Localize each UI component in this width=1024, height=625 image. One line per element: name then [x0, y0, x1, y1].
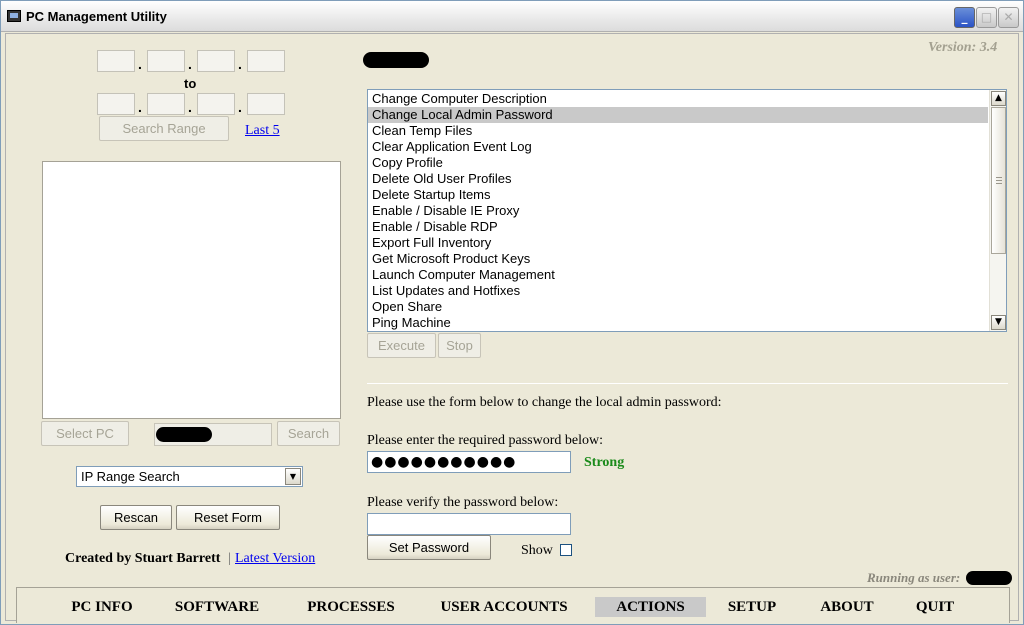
- action-list-item[interactable]: List Updates and Hotfixes: [368, 283, 988, 299]
- main-panel: . . . to . . . Search Range Last 5 Versi…: [5, 33, 1019, 623]
- stop-button[interactable]: Stop: [438, 333, 481, 358]
- select-pc-button[interactable]: Select PC: [41, 421, 129, 446]
- enter-password-label: Please enter the required password below…: [367, 433, 603, 448]
- maximize-button[interactable]: □: [976, 7, 997, 28]
- app-window: PC Management Utility _ □ ✕ . . . to . .…: [0, 0, 1024, 625]
- close-button[interactable]: ✕: [998, 7, 1019, 28]
- ip-end-octet-1[interactable]: [97, 93, 135, 115]
- latest-version-link[interactable]: Latest Version: [235, 551, 315, 567]
- last-5-link[interactable]: Last 5: [245, 123, 280, 139]
- action-list-item[interactable]: Change Local Admin Password: [368, 107, 988, 123]
- action-list-item[interactable]: Delete Old User Profiles: [368, 171, 988, 187]
- show-password-label: Show: [521, 543, 553, 558]
- bottom-nav: PC INFO SOFTWARE PROCESSES USER ACCOUNTS…: [16, 587, 1010, 623]
- divider: [367, 383, 1008, 384]
- running-as-label: Running as user:: [867, 570, 961, 585]
- created-by-label: Created by Stuart Barrett: [65, 551, 221, 566]
- grip-line: [996, 183, 1002, 184]
- scroll-up-icon[interactable]: ▲: [991, 91, 1006, 106]
- redacted-search-text: [156, 427, 212, 442]
- ip-start-octet-3[interactable]: [197, 50, 235, 72]
- redacted-username: [966, 571, 1012, 585]
- action-list-item[interactable]: Change Computer Description: [368, 91, 988, 107]
- minimize-button[interactable]: _: [954, 7, 975, 28]
- scroll-thumb[interactable]: [991, 107, 1006, 254]
- action-list-item[interactable]: Open Share: [368, 299, 988, 315]
- grip-line: [996, 177, 1002, 178]
- action-list-item[interactable]: Export Full Inventory: [368, 235, 988, 251]
- password-input[interactable]: ●●●●●●●●●●●: [367, 451, 571, 473]
- nav-user-accounts[interactable]: USER ACCOUNTS: [429, 597, 579, 617]
- ip-start-octet-2[interactable]: [147, 50, 185, 72]
- action-list-item[interactable]: Delete Startup Items: [368, 187, 988, 203]
- set-password-button[interactable]: Set Password: [367, 535, 491, 560]
- nav-actions[interactable]: ACTIONS: [595, 597, 706, 617]
- nav-pc-info[interactable]: PC INFO: [57, 597, 147, 617]
- action-list-item[interactable]: Copy Profile: [368, 155, 988, 171]
- show-password-checkbox[interactable]: [560, 544, 572, 556]
- actions-list: Change Computer Description Change Local …: [368, 91, 988, 331]
- verify-password-label: Please verify the password below:: [367, 495, 559, 510]
- computer-icon: [7, 10, 21, 22]
- pc-listbox[interactable]: [42, 161, 341, 419]
- credits-separator: |: [228, 551, 231, 566]
- search-mode-select[interactable]: IP Range Search ▼: [76, 466, 303, 487]
- nav-about[interactable]: ABOUT: [807, 597, 887, 617]
- window-title: PC Management Utility: [26, 9, 167, 24]
- search-button[interactable]: Search: [277, 421, 340, 446]
- to-label: to: [184, 76, 197, 91]
- ip-end-octet-4[interactable]: [247, 93, 285, 115]
- grip-line: [996, 180, 1002, 181]
- chevron-down-icon[interactable]: ▼: [285, 468, 301, 485]
- reset-form-button[interactable]: Reset Form: [176, 505, 280, 530]
- action-list-item[interactable]: Clear Application Event Log: [368, 139, 988, 155]
- verify-password-input[interactable]: [367, 513, 571, 535]
- redacted-computer-name: [363, 52, 429, 68]
- ip-dot: .: [138, 99, 142, 115]
- ip-dot: .: [188, 99, 192, 115]
- actions-scrollbar[interactable]: ▲ ▼: [989, 90, 1006, 331]
- execute-button[interactable]: Execute: [367, 333, 436, 358]
- nav-setup[interactable]: SETUP: [717, 597, 787, 617]
- action-list-item[interactable]: Enable / Disable IE Proxy: [368, 203, 988, 219]
- action-list-item[interactable]: Ping Machine: [368, 315, 988, 331]
- ip-dot: .: [238, 56, 242, 72]
- ip-end-octet-3[interactable]: [197, 93, 235, 115]
- nav-quit[interactable]: QUIT: [905, 597, 965, 617]
- ip-end-octet-2[interactable]: [147, 93, 185, 115]
- rescan-button[interactable]: Rescan: [100, 505, 172, 530]
- action-list-item[interactable]: Clean Temp Files: [368, 123, 988, 139]
- action-list-item[interactable]: Enable / Disable RDP: [368, 219, 988, 235]
- nav-processes[interactable]: PROCESSES: [295, 597, 407, 617]
- title-bar[interactable]: PC Management Utility _ □ ✕: [1, 1, 1023, 32]
- form-intro-text: Please use the form below to change the …: [367, 395, 722, 410]
- ip-start-octet-1[interactable]: [97, 50, 135, 72]
- action-list-item[interactable]: Launch Computer Management: [368, 267, 988, 283]
- scroll-down-icon[interactable]: ▼: [991, 315, 1006, 330]
- action-list-item[interactable]: Get Microsoft Product Keys: [368, 251, 988, 267]
- ip-dot: .: [238, 99, 242, 115]
- password-strength-label: Strong: [584, 455, 625, 470]
- ip-start-octet-4[interactable]: [247, 50, 285, 72]
- nav-software[interactable]: SOFTWARE: [167, 597, 267, 617]
- ip-dot: .: [188, 56, 192, 72]
- version-label: Version: 3.4: [928, 40, 998, 55]
- search-range-button[interactable]: Search Range: [99, 116, 229, 141]
- search-mode-value: IP Range Search: [81, 469, 180, 484]
- actions-listbox[interactable]: Change Computer Description Change Local …: [367, 89, 1007, 332]
- ip-dot: .: [138, 56, 142, 72]
